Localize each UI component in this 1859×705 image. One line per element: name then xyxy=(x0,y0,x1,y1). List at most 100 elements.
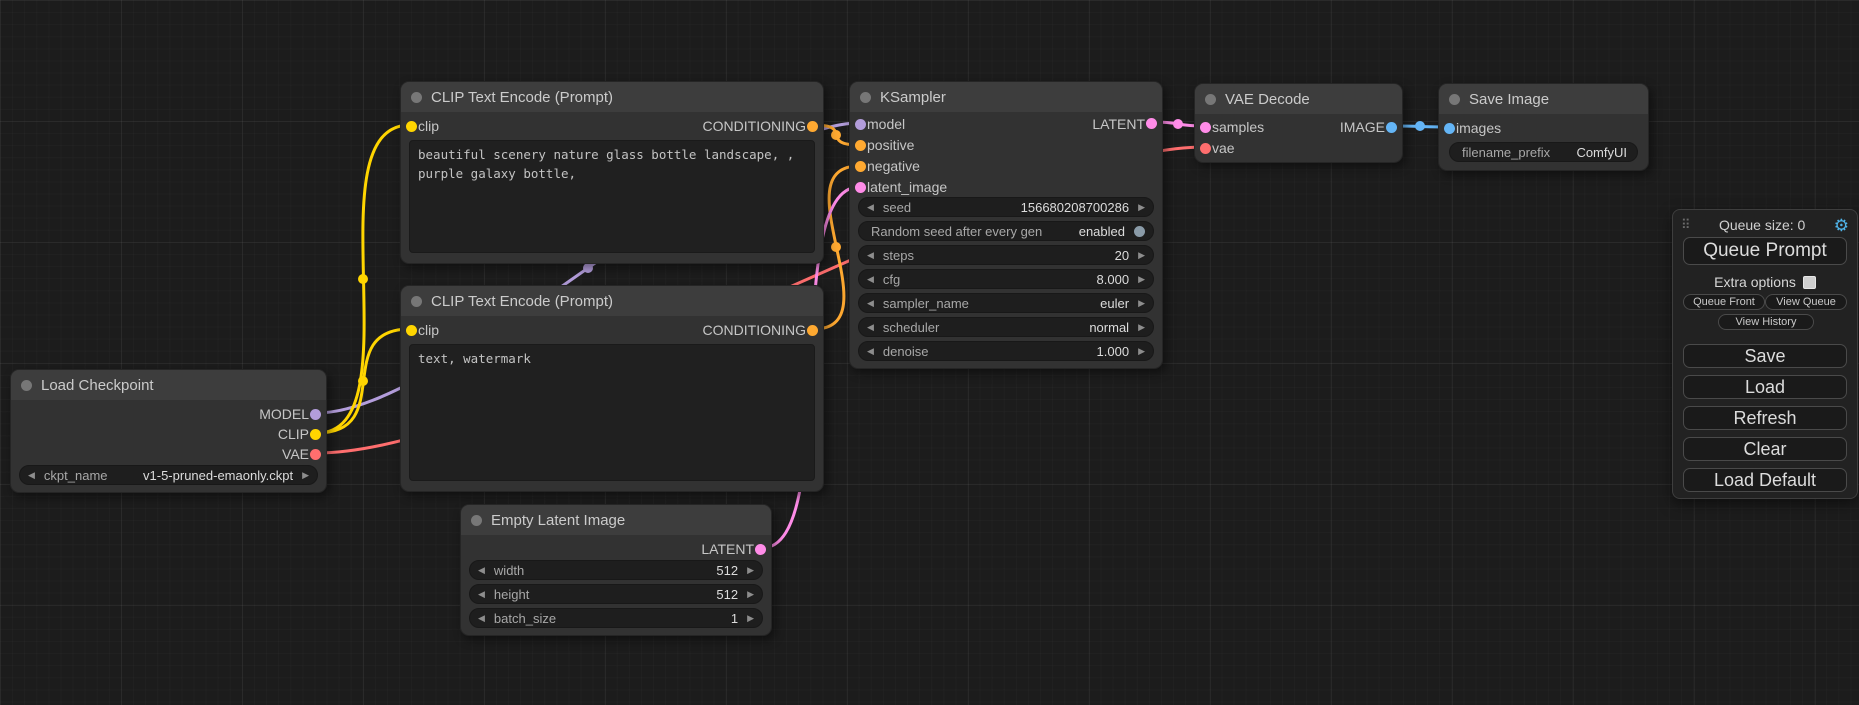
decrement-arrow-icon[interactable]: ◀ xyxy=(478,590,485,599)
node-title-bar[interactable]: Save Image xyxy=(1439,84,1648,114)
output-dot-conditioning[interactable] xyxy=(807,325,818,336)
node-vae-decode[interactable]: VAE Decode samples IMAGE vae xyxy=(1194,83,1403,163)
node-title-bar[interactable]: KSampler xyxy=(850,82,1162,112)
scheduler-widget[interactable]: ◀ scheduler normal ▶ xyxy=(858,317,1154,337)
input-dot-latent-image[interactable] xyxy=(855,182,866,193)
negative-prompt-textarea[interactable]: text, watermark xyxy=(409,344,815,481)
queue-prompt-button[interactable]: Queue Prompt xyxy=(1683,237,1847,265)
output-label-latent: LATENT xyxy=(1092,116,1145,132)
decrement-arrow-icon[interactable]: ◀ xyxy=(478,614,485,623)
output-dot-latent[interactable] xyxy=(1146,118,1157,129)
decrement-arrow-icon[interactable]: ◀ xyxy=(867,251,874,260)
cfg-widget[interactable]: ◀ cfg 8.000 ▶ xyxy=(858,269,1154,289)
output-dot-clip[interactable] xyxy=(310,429,321,440)
collapse-dot[interactable] xyxy=(471,515,482,526)
view-queue-button[interactable]: View Queue xyxy=(1765,294,1847,310)
positive-prompt-textarea[interactable]: beautiful scenery nature glass bottle la… xyxy=(409,140,815,253)
increment-arrow-icon[interactable]: ▶ xyxy=(302,471,309,480)
input-dot-images[interactable] xyxy=(1444,123,1455,134)
increment-arrow-icon[interactable]: ▶ xyxy=(1138,347,1145,356)
increment-arrow-icon[interactable]: ▶ xyxy=(1138,203,1145,212)
node-clip-text-encode-negative[interactable]: CLIP Text Encode (Prompt) clip CONDITION… xyxy=(400,285,824,492)
input-label-samples: samples xyxy=(1212,119,1264,135)
random-seed-toggle-widget[interactable]: Random seed after every gen enabled xyxy=(858,221,1154,241)
queue-menu-panel[interactable]: ⠿ Queue size: 0 ⚙ Queue Prompt Extra opt… xyxy=(1672,209,1858,499)
node-empty-latent-image[interactable]: Empty Latent Image LATENT ◀ width 512 ▶ … xyxy=(460,504,772,636)
node-title-bar[interactable]: Load Checkpoint xyxy=(11,370,326,400)
output-slot-image: IMAGE xyxy=(1340,117,1385,137)
collapse-dot[interactable] xyxy=(1449,94,1460,105)
input-dot-clip[interactable] xyxy=(406,121,417,132)
load-default-button[interactable]: Load Default xyxy=(1683,468,1847,492)
input-dot-samples[interactable] xyxy=(1200,122,1211,133)
input-dot-vae[interactable] xyxy=(1200,143,1211,154)
denoise-widget[interactable]: ◀ denoise 1.000 ▶ xyxy=(858,341,1154,361)
output-dot-vae[interactable] xyxy=(310,449,321,460)
seed-widget[interactable]: ◀ seed 156680208700286 ▶ xyxy=(858,197,1154,217)
increment-arrow-icon[interactable]: ▶ xyxy=(747,566,754,575)
filename-prefix-widget[interactable]: filename_prefix ComfyUI xyxy=(1449,142,1638,162)
output-dot-image[interactable] xyxy=(1386,122,1397,133)
input-dot-clip[interactable] xyxy=(406,325,417,336)
node-title-bar[interactable]: CLIP Text Encode (Prompt) xyxy=(401,82,823,112)
collapse-dot[interactable] xyxy=(411,92,422,103)
node-title: CLIP Text Encode (Prompt) xyxy=(431,293,613,310)
collapse-dot[interactable] xyxy=(21,380,32,391)
save-button[interactable]: Save xyxy=(1683,344,1847,368)
decrement-arrow-icon[interactable]: ◀ xyxy=(478,566,485,575)
node-save-image[interactable]: Save Image images filename_prefix ComfyU… xyxy=(1438,83,1649,171)
output-label-latent: LATENT xyxy=(701,541,754,557)
widget-label: cfg xyxy=(883,272,900,287)
queue-front-button[interactable]: Queue Front xyxy=(1683,294,1765,310)
ckpt-name-widget[interactable]: ◀ ckpt_name v1-5-pruned-emaonly.ckpt ▶ xyxy=(19,465,318,485)
collapse-dot[interactable] xyxy=(411,296,422,307)
node-load-checkpoint[interactable]: Load Checkpoint MODEL CLIP VAE ◀ ckpt_na… xyxy=(10,369,327,493)
widget-label: ckpt_name xyxy=(44,468,108,483)
decrement-arrow-icon[interactable]: ◀ xyxy=(28,471,35,480)
output-dot-model[interactable] xyxy=(310,409,321,420)
increment-arrow-icon[interactable]: ▶ xyxy=(1138,251,1145,260)
node-title-bar[interactable]: Empty Latent Image xyxy=(461,505,771,535)
input-slot-images: images xyxy=(1456,118,1501,138)
node-title-bar[interactable]: VAE Decode xyxy=(1195,84,1402,114)
increment-arrow-icon[interactable]: ▶ xyxy=(1138,275,1145,284)
widget-value: 156680208700286 xyxy=(1021,200,1138,215)
batch-size-widget[interactable]: ◀ batch_size 1 ▶ xyxy=(469,608,763,628)
extra-options-checkbox[interactable] xyxy=(1803,276,1816,289)
width-widget[interactable]: ◀ width 512 ▶ xyxy=(469,560,763,580)
decrement-arrow-icon[interactable]: ◀ xyxy=(867,275,874,284)
output-dot-latent[interactable] xyxy=(755,544,766,555)
increment-arrow-icon[interactable]: ▶ xyxy=(1138,323,1145,332)
drag-handle-icon[interactable]: ⠿ xyxy=(1681,217,1691,233)
decrement-arrow-icon[interactable]: ◀ xyxy=(867,203,874,212)
node-title-bar[interactable]: CLIP Text Encode (Prompt) xyxy=(401,286,823,316)
widget-label: Random seed after every gen xyxy=(871,224,1042,239)
widget-value: 1 xyxy=(731,611,747,626)
toggle-dot[interactable] xyxy=(1134,226,1145,237)
node-clip-text-encode-positive[interactable]: CLIP Text Encode (Prompt) clip CONDITION… xyxy=(400,81,824,264)
height-widget[interactable]: ◀ height 512 ▶ xyxy=(469,584,763,604)
load-button[interactable]: Load xyxy=(1683,375,1847,399)
increment-arrow-icon[interactable]: ▶ xyxy=(747,590,754,599)
view-history-button[interactable]: View History xyxy=(1718,314,1814,330)
input-dot-negative[interactable] xyxy=(855,161,866,172)
input-dot-model[interactable] xyxy=(855,119,866,130)
input-slot-clip: clip xyxy=(418,320,439,340)
node-ksampler[interactable]: KSampler model positive negative latent_… xyxy=(849,81,1163,369)
decrement-arrow-icon[interactable]: ◀ xyxy=(867,347,874,356)
link-midpoint-clip-positive xyxy=(358,274,368,284)
settings-gear-icon[interactable]: ⚙ xyxy=(1834,217,1849,234)
steps-widget[interactable]: ◀ steps 20 ▶ xyxy=(858,245,1154,265)
input-dot-positive[interactable] xyxy=(855,140,866,151)
decrement-arrow-icon[interactable]: ◀ xyxy=(867,299,874,308)
widget-label: scheduler xyxy=(883,320,939,335)
output-dot-conditioning[interactable] xyxy=(807,121,818,132)
decrement-arrow-icon[interactable]: ◀ xyxy=(867,323,874,332)
collapse-dot[interactable] xyxy=(860,92,871,103)
collapse-dot[interactable] xyxy=(1205,94,1216,105)
increment-arrow-icon[interactable]: ▶ xyxy=(747,614,754,623)
increment-arrow-icon[interactable]: ▶ xyxy=(1138,299,1145,308)
clear-button[interactable]: Clear xyxy=(1683,437,1847,461)
refresh-button[interactable]: Refresh xyxy=(1683,406,1847,430)
sampler-name-widget[interactable]: ◀ sampler_name euler ▶ xyxy=(858,293,1154,313)
